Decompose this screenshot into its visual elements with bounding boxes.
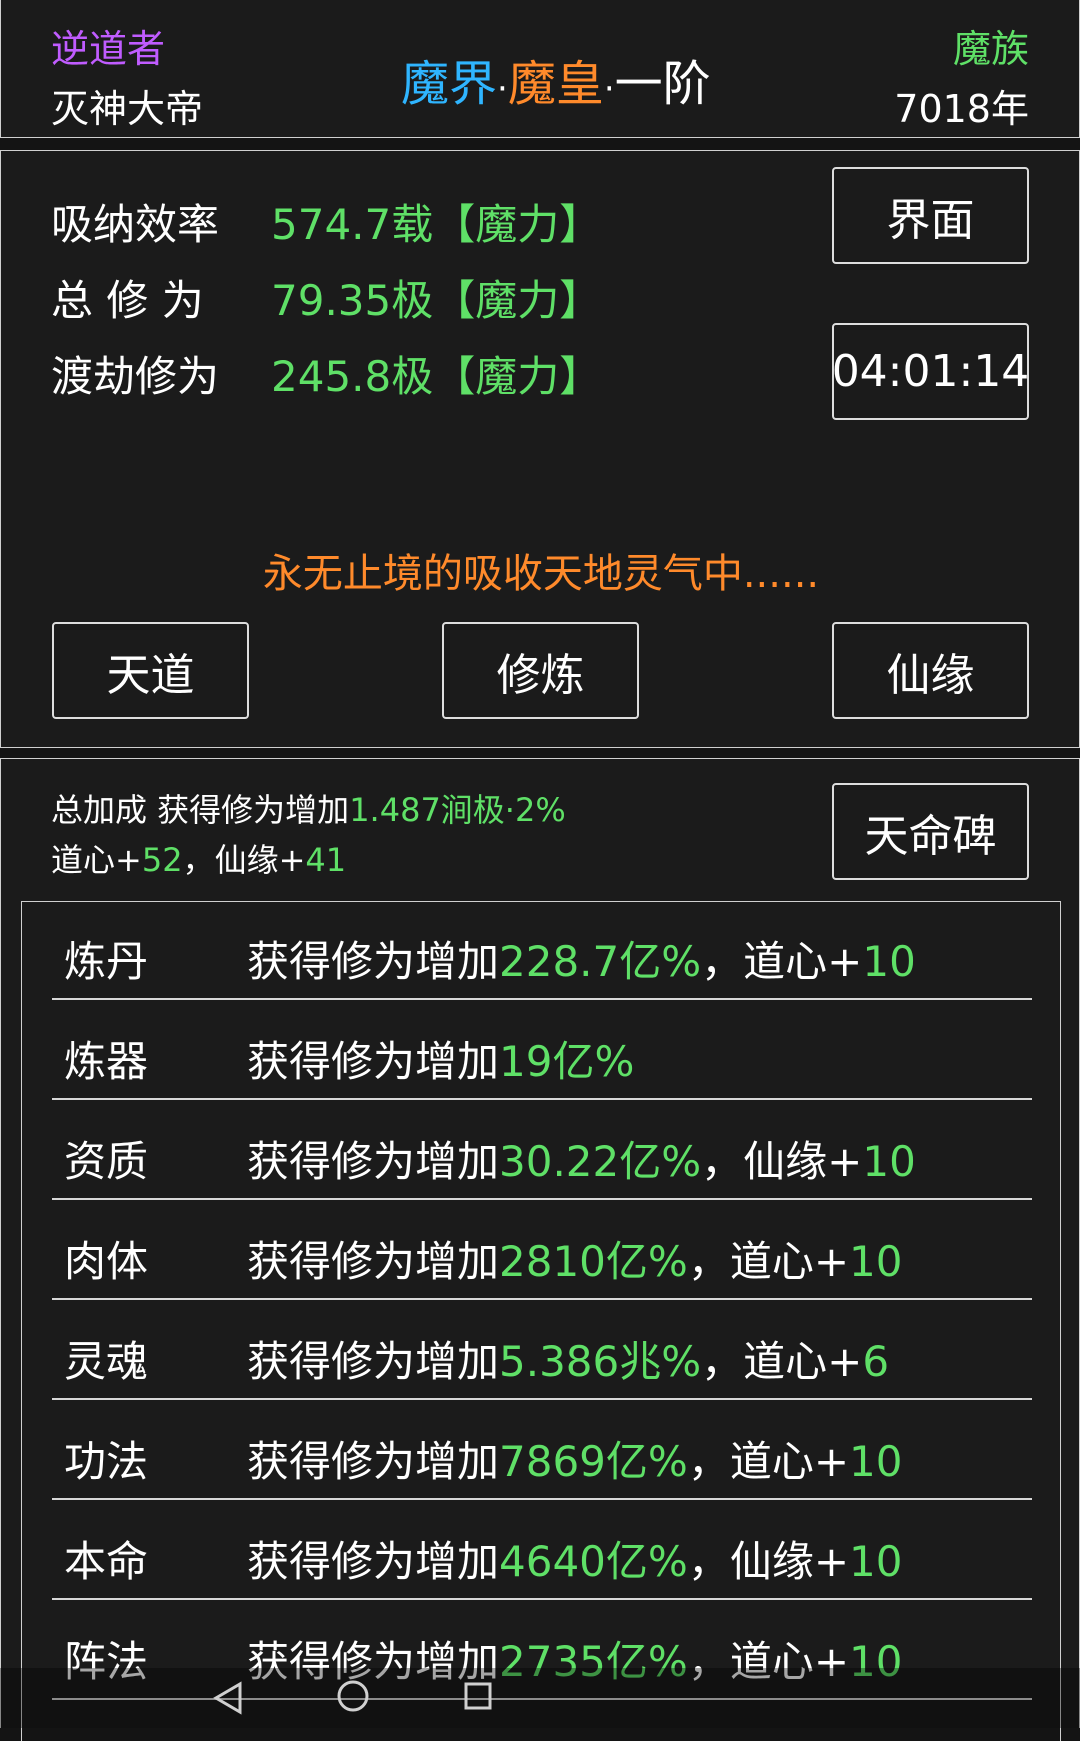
bonus-row-suffix-label: ，道心+ <box>687 1237 850 1286</box>
bonus-summary: 总加成 获得修为增加1.487涧极·2% <box>51 785 566 831</box>
bonus-row: 资质 获得修为增加30.22亿%，仙缘+10 <box>52 1102 1032 1200</box>
bonus-row: 灵魂 获得修为增加5.386兆%，道心+6 <box>52 1302 1032 1400</box>
header-panel: 逆道者 灭神大帝 魔界·魔皇·一阶 魔族 7018年 <box>0 0 1080 138</box>
bonus-row-value: 228.7亿% <box>499 937 702 986</box>
back-icon[interactable] <box>208 1678 248 1718</box>
bonus-panel: 总加成 获得修为增加1.487涧极·2% 道心+52，仙缘+41 天命碑 炼丹获… <box>0 758 1080 1741</box>
realm-title: 魔界·魔皇·一阶 <box>401 44 711 114</box>
bonus-row-prefix: 获得修为增加 <box>247 1437 500 1486</box>
tribulation-label: 渡劫修为 <box>51 352 220 401</box>
bonus-row-suffix-value: 10 <box>849 1437 903 1486</box>
bonus-row-prefix: 获得修为增加 <box>247 1337 500 1386</box>
tiandao-button[interactable]: 天道 <box>52 622 249 719</box>
stele-button[interactable]: 天命碑 <box>832 783 1029 880</box>
bonus-row-desc: 获得修为增加2810亿%，道心+10 <box>247 1228 902 1289</box>
bonus-row-prefix: 获得修为增加 <box>247 1137 500 1186</box>
bonus-row-value: 19亿% <box>499 1037 635 1086</box>
stats-panel: 吸纳效率 574.7载【魔力】 总 修 为 79.35极【魔力】 渡劫修为 24… <box>0 150 1080 748</box>
bonus-row-suffix-value: 10 <box>862 937 916 986</box>
bonus-row-label: 肉体 <box>64 1237 149 1286</box>
bonus-row-desc: 获得修为增加19亿% <box>247 1028 634 1089</box>
tribulation-value: 245.8极【魔力】 <box>271 352 602 401</box>
bonus-row-desc: 获得修为增加7869亿%，道心+10 <box>247 1428 902 1489</box>
game-year: 7018年 <box>894 87 1029 131</box>
bonus-row-value: 30.22亿% <box>499 1137 702 1186</box>
realm-world: 魔界 <box>401 56 498 112</box>
status-message: 永无止境的吸收天地灵气中...... <box>262 551 820 597</box>
bonus-row: 肉体 获得修为增加2810亿%，道心+10 <box>52 1202 1032 1300</box>
player-name: 灭神大帝 <box>51 87 204 131</box>
bonus-row-suffix-label: ，仙缘+ <box>687 1537 850 1586</box>
bonus-row-desc: 获得修为增加30.22亿%，仙缘+10 <box>247 1128 916 1189</box>
bonus-row: 炼丹 获得修为增加228.7亿%，道心+10 <box>52 902 1032 1000</box>
realm-level: 一阶 <box>614 56 711 112</box>
bonus-row-suffix-value: 10 <box>862 1137 916 1186</box>
bonus-row-desc: 获得修为增加4640亿%，仙缘+10 <box>247 1528 902 1589</box>
timer-display: 04:01:14 <box>832 323 1029 420</box>
total-cultivation-label: 总 修 为 <box>51 276 204 325</box>
bonus-attributes: 道心+52，仙缘+41 <box>51 835 346 881</box>
bonus-row-value: 4640亿% <box>499 1537 688 1586</box>
absorb-value: 574.7载【魔力】 <box>271 200 602 249</box>
bonus-row-prefix: 获得修为增加 <box>247 1537 500 1586</box>
bonus-row-value: 5.386兆% <box>499 1337 702 1386</box>
bonus-row-value: 7869亿% <box>499 1437 688 1486</box>
recent-apps-icon[interactable] <box>458 1676 498 1716</box>
total-cultivation-value: 79.35极【魔力】 <box>271 276 602 325</box>
bonus-row-suffix-label: ，仙缘+ <box>701 1137 863 1186</box>
system-nav-bar <box>0 1668 1080 1728</box>
bonus-row-suffix-label: ，道心+ <box>687 1437 850 1486</box>
xianyuan-button[interactable]: 仙缘 <box>832 622 1029 719</box>
bonus-row-prefix: 获得修为增加 <box>247 1237 500 1286</box>
xianyuan-label: 仙缘+ <box>214 841 306 879</box>
bonus-summary-prefix: 总加成 获得修为增加 <box>51 791 350 829</box>
realm-rank: 魔皇 <box>507 56 604 112</box>
player-race: 魔族 <box>952 27 1029 71</box>
bonus-summary-value: 1.487涧极·2% <box>349 791 566 829</box>
xiulian-button[interactable]: 修炼 <box>442 622 639 719</box>
daoxin-value: 52 <box>141 841 183 879</box>
bonus-row-suffix-value: 10 <box>849 1237 903 1286</box>
bonus-row-suffix-value: 6 <box>862 1337 890 1386</box>
daoxin-label: 道心+ <box>51 841 142 879</box>
bonus-row: 炼器 获得修为增加19亿% <box>52 1002 1032 1100</box>
bonus-row: 功法 获得修为增加7869亿%，道心+10 <box>52 1402 1032 1500</box>
bonus-row-suffix-value: 10 <box>849 1537 903 1586</box>
bonus-row-label: 炼丹 <box>64 937 149 986</box>
comma: ， <box>182 841 215 879</box>
home-icon[interactable] <box>333 1676 373 1716</box>
bonus-row-desc: 获得修为增加5.386兆%，道心+6 <box>247 1328 889 1389</box>
bonus-row-label: 炼器 <box>64 1037 149 1086</box>
bonus-row-label: 功法 <box>64 1437 149 1486</box>
bonus-row-value: 2810亿% <box>499 1237 688 1286</box>
bonus-row: 本命 获得修为增加4640亿%，仙缘+10 <box>52 1502 1032 1600</box>
bonus-row-suffix-label: ，道心+ <box>701 1337 863 1386</box>
bonus-rows: 炼丹 获得修为增加228.7亿%，道心+10 炼器 获得修为增加19亿% 资质 获得修为增… <box>22 902 1060 1741</box>
bonus-row-prefix: 获得修为增加 <box>247 937 500 986</box>
bonus-row-prefix: 获得修为增加 <box>247 1037 500 1086</box>
bonus-row-label: 灵魂 <box>64 1337 149 1386</box>
bonus-row-label: 本命 <box>64 1537 149 1586</box>
interface-button[interactable]: 界面 <box>832 167 1029 264</box>
bonus-row-desc: 获得修为增加228.7亿%，道心+10 <box>247 928 916 989</box>
realm-sep: · <box>603 69 615 109</box>
bonus-list: 炼丹 获得修为增加228.7亿%，道心+10 炼器 获得修为增加19亿% 资质 获得修为增… <box>21 901 1061 1741</box>
bonus-row-label: 资质 <box>64 1137 149 1186</box>
bonus-row-suffix-label: ，道心+ <box>701 937 863 986</box>
realm-sep: · <box>497 69 508 109</box>
absorb-label: 吸纳效率 <box>51 200 220 249</box>
xianyuan-value: 41 <box>305 841 347 879</box>
player-role: 逆道者 <box>51 27 166 71</box>
